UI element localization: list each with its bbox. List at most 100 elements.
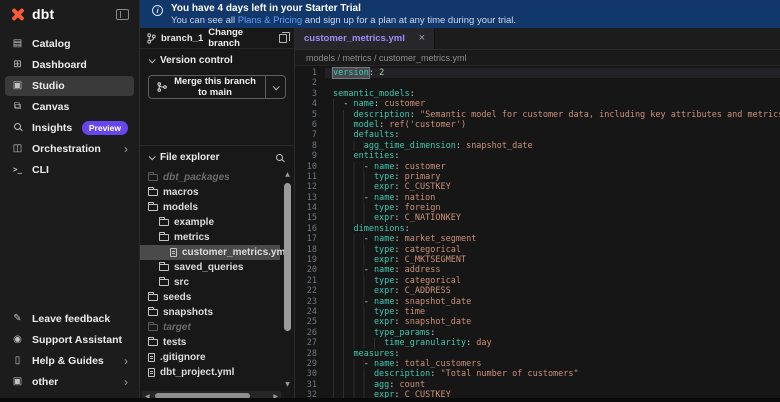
- folder-icon: [148, 187, 158, 196]
- sidebar-item-studio[interactable]: ▣ Studio: [5, 76, 134, 96]
- chevron-right-icon: ›: [124, 142, 128, 156]
- file-icon: [148, 353, 155, 362]
- tree-item-seeds[interactable]: seeds: [140, 290, 294, 305]
- tree-item-dbt-project-yml[interactable]: dbt_project.yml: [140, 365, 294, 380]
- sidebar-item-insights[interactable]: Insights Preview: [5, 118, 134, 138]
- chevron-right-icon: ›: [124, 354, 128, 368]
- tree-item-dbt-packages[interactable]: dbt_packages: [140, 170, 294, 185]
- editor-tabbar: customer_metrics.yml ×: [295, 28, 780, 50]
- line-number: 4: [311, 99, 317, 110]
- sidebar-item-help-guides[interactable]: ▯ Help & Guides ›: [5, 351, 134, 371]
- tab-close-icon[interactable]: ×: [419, 33, 425, 44]
- sidebar-item-cli[interactable]: >_ CLI: [5, 160, 134, 180]
- line-number: 22: [306, 286, 317, 297]
- tree-item-example[interactable]: example: [140, 215, 294, 230]
- change-branch-button[interactable]: Change branch: [208, 27, 274, 49]
- version-control-title: Version control: [160, 55, 233, 66]
- folder-icon: [148, 172, 158, 181]
- scroll-up-icon[interactable]: ▲: [285, 171, 290, 179]
- line-number: 24: [306, 306, 317, 317]
- line-number: 30: [306, 369, 317, 380]
- code-line: type_params:: [325, 327, 780, 339]
- chevron-down-icon: [148, 153, 156, 161]
- code-line: model: ref('customer'): [325, 119, 780, 131]
- line-number: 5: [311, 109, 317, 120]
- dbt-logo-text: dbt: [32, 6, 55, 22]
- merge-options-dropdown[interactable]: [265, 76, 285, 98]
- line-number: 17: [306, 234, 317, 245]
- code-line: expr: C_CUSTKEY: [325, 182, 780, 193]
- tree-item-target[interactable]: target: [140, 320, 294, 335]
- tree-item-customer-metrics-yml[interactable]: customer_metrics.yml: [140, 245, 288, 260]
- sidebar-item-canvas[interactable]: ⧉ Canvas: [5, 97, 134, 117]
- sidebar-item-support-assistant[interactable]: ◉ Support Assistant: [5, 330, 134, 350]
- code-line: entities:: [325, 151, 780, 162]
- folder-icon: [159, 262, 169, 271]
- side-panel: branch_1 Change branch Version control M…: [140, 27, 295, 402]
- code-line: - name: customer: [325, 161, 780, 172]
- file-tree-wrap: dbt_packagesmacros models example metrics cu…: [140, 169, 294, 402]
- folder-icon: [148, 202, 158, 211]
- version-control-section-header[interactable]: Version control: [140, 49, 294, 72]
- sidebar-footer: ✎ Leave feedback ◉ Support Assistant ▯ Help &…: [0, 309, 139, 402]
- code-area[interactable]: 1 2 3 4 5 6 7 8 9 10 11 12 13 14 15 16 17 18 19 20 21 22 23 24 2…: [295, 66, 780, 402]
- canvas-icon: ⧉: [13, 101, 22, 112]
- code-line: expr: C_ADDRESS: [325, 286, 780, 297]
- tree-item-models[interactable]: models: [140, 200, 294, 215]
- code-lines: version: 2 semantic_models: - name: custom…: [325, 66, 780, 402]
- cli-icon: >_: [12, 165, 23, 174]
- vertical-scrollbar[interactable]: ▲ ▼: [283, 171, 292, 389]
- sidebar-item-label: Orchestration: [32, 143, 101, 155]
- code-line: version: 2: [325, 67, 780, 79]
- sidebar-nav: ▤ Catalog ⊞ Dashboard ▣ Studio ⧉ Canvas Insights…: [0, 28, 139, 180]
- merge-branch-button[interactable]: Merge this branch to main: [149, 76, 265, 98]
- folder-icon: [159, 217, 169, 226]
- folder-icon: [148, 322, 158, 331]
- tree-item-tests[interactable]: tests: [140, 335, 294, 350]
- tree-item-src[interactable]: src: [140, 275, 294, 290]
- tree-item-label: .gitignore: [160, 352, 206, 363]
- code-line: semantic_models:: [333, 88, 415, 99]
- vertical-scroll-thumb[interactable]: [284, 183, 291, 331]
- app-window: dbt ▤ Catalog ⊞ Dashboard ▣ Studio ⧉ Canvas Insi…: [0, 0, 780, 402]
- content: branch_1 Change branch Version control M…: [140, 27, 780, 402]
- breadcrumb: models / metrics / customer_metrics.yml: [295, 50, 780, 66]
- tree-item-gitignore[interactable]: .gitignore: [140, 350, 294, 365]
- tree-item-label: dbt_packages: [163, 172, 230, 183]
- sidebar-item-catalog[interactable]: ▤ Catalog: [5, 34, 134, 54]
- line-number: 9: [311, 151, 317, 162]
- plans-pricing-link[interactable]: Plans & Pricing: [238, 15, 302, 26]
- file-icon: [170, 248, 177, 257]
- sidebar-item-orchestration[interactable]: ◫ Orchestration ›: [5, 139, 134, 159]
- sidebar-item-label: Insights: [32, 122, 73, 134]
- file-explorer-section-header[interactable]: File explorer: [140, 146, 294, 169]
- folder-icon: [148, 337, 158, 346]
- sidebar-item-other[interactable]: ▣ other ›: [5, 372, 134, 392]
- sidebar-item-leave-feedback[interactable]: ✎ Leave feedback: [5, 309, 134, 329]
- tree-item-snapshots[interactable]: snapshots: [140, 305, 294, 320]
- tree-item-label: tests: [163, 337, 187, 348]
- main-area: You have 4 days left in your Starter Tri…: [140, 0, 780, 402]
- tree-item-label: customer_metrics.yml: [182, 247, 289, 258]
- line-number: 8: [311, 140, 317, 151]
- copy-icon[interactable]: [279, 31, 290, 43]
- line-number: 21: [306, 275, 317, 286]
- code-line: type: primary: [325, 171, 780, 183]
- code-line: type: categorical: [325, 275, 780, 287]
- sidebar-item-dashboard[interactable]: ⊞ Dashboard: [5, 55, 134, 75]
- orchestration-icon: ◫: [12, 143, 23, 154]
- tree-item-label: example: [174, 217, 215, 228]
- tree-item-macros[interactable]: macros: [140, 185, 294, 200]
- tree-item-label: target: [163, 322, 191, 333]
- scroll-down-icon[interactable]: ▼: [285, 381, 290, 389]
- file-search-icon[interactable]: [276, 154, 283, 161]
- tree-item-metrics[interactable]: metrics: [140, 230, 294, 245]
- git-merge-icon: [157, 82, 167, 92]
- tree-item-label: src: [174, 277, 190, 288]
- sidebar-collapse-icon[interactable]: [116, 8, 129, 20]
- tree-item-saved-queries[interactable]: saved_queries: [140, 260, 294, 275]
- tab-customer-metrics-yml[interactable]: customer_metrics.yml ×: [295, 28, 435, 49]
- code-line: description: "Total number of customers": [325, 369, 780, 380]
- sidebar-item-label: Catalog: [32, 38, 71, 50]
